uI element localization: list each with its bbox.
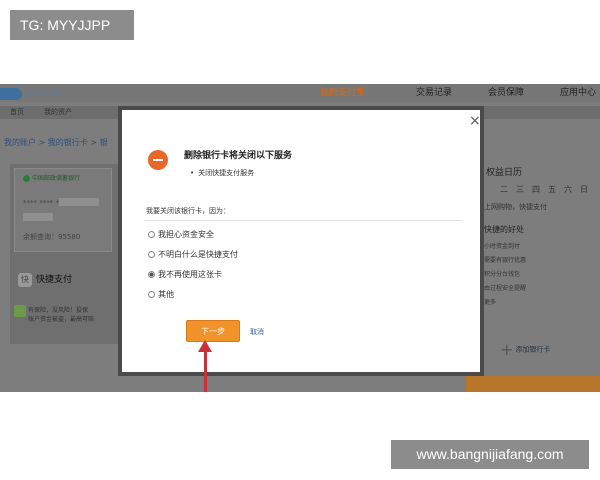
delete-card-dialog: × 删除银行卡将关闭以下服务 关闭快捷支付服务 我要关闭该银行卡，因为： 我担心… [118,106,484,376]
breadcrumb[interactable]: 我的账户 > 我的银行卡 > 银 [4,137,108,148]
benefits-list: 小时资金到付 需要有银行优惠 积分分台钱包 由过程安全提醒 更多 [484,240,526,310]
nav-apps[interactable]: 应用中心 [560,84,596,102]
quick-pay-label: 快快捷支付 [18,272,72,287]
benefit-item: 更多 [484,299,497,306]
alipay-logo[interactable]: ALIPAY [0,84,62,102]
dialog-divider [144,220,462,221]
calendar-note: 上网购物，快捷支付 [484,203,547,211]
plus-icon: + [500,340,514,359]
reason-option-other[interactable]: 其他 [148,290,174,300]
bank-card[interactable]: 中国邮政储蓄银行 **** **** **** 余额查询：95580 [14,168,112,252]
insurance-notice: 有保险，没风险！投保 账户资金被盗，最高可赔 [14,305,95,324]
subnav-home[interactable]: 首页 [10,107,24,117]
insurance-line-1: 有保险，没风险！投保 [28,307,89,314]
promo-banner[interactable] [466,376,600,392]
benefit-item: 小时资金到付 [484,243,521,250]
watermark-url: www.bangnijiafang.com [391,440,589,469]
radio-icon[interactable] [148,251,155,258]
radio-icon[interactable] [148,231,155,238]
insurance-line-2: 账户资金被盗，最高可赔 [28,316,95,323]
nav-protection[interactable]: 会员保障 [488,84,524,102]
benefit-item: 由过程安全提醒 [484,285,527,292]
add-bank-card-link[interactable]: + 添加银行卡 [500,340,550,359]
bank-logo-icon [23,175,30,182]
dialog-title: 删除银行卡将关闭以下服务 [184,151,293,161]
rights-calendar-title: 权益日历 [486,168,523,178]
dialog-service-item: 关闭快捷支付服务 [190,168,254,178]
shield-icon [14,305,26,317]
radio-icon[interactable] [148,291,155,298]
reason-option-not-used[interactable]: 我不再使用这张卡 [148,270,222,280]
logo-text: ALIPAY [26,88,63,98]
warning-icon [148,150,168,170]
quick-pay-icon: 快 [18,273,32,287]
calendar-weekdays: 二三四五六日 [500,185,588,194]
reason-option-unclear[interactable]: 不明白什么是快捷支付 [148,250,238,260]
dialog-question: 我要关闭该银行卡，因为： [146,207,230,215]
benefits-title: 快捷的好处 [484,225,524,234]
next-step-button[interactable]: 下一步 [186,320,240,342]
nav-my-alipay[interactable]: 我的支付宝 [320,84,365,102]
top-bar: ALIPAY 我的支付宝 交易记录 会员保障 应用中心 [0,84,600,102]
card-number-redacted [59,198,99,206]
cancel-link[interactable]: 取消 [250,327,264,337]
close-icon[interactable]: × [469,114,481,128]
alipay-logo-icon [0,87,22,100]
card-balance-label: 余额查询：95580 [23,233,81,241]
benefit-item: 需要有银行优惠 [484,257,527,264]
reason-option-security[interactable]: 我担心资金安全 [148,230,214,240]
radio-checked-icon[interactable] [148,271,155,278]
nav-transactions[interactable]: 交易记录 [416,84,452,102]
red-arrow-line [204,350,207,392]
bank-name: 中国邮政储蓄银行 [23,173,80,182]
benefit-item: 积分分台钱包 [484,271,521,278]
subnav-assets[interactable]: 我的资产 [44,107,72,117]
card-holder-redacted [23,213,53,221]
watermark-tag: TG: MYYJJPP [10,10,134,40]
